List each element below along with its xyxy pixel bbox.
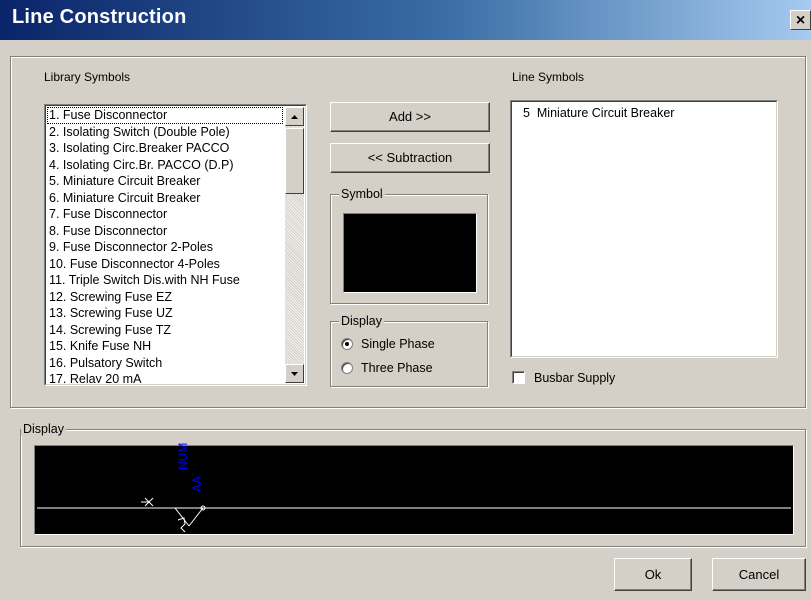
title-bar[interactable]: Line Construction × bbox=[0, 0, 811, 40]
library-item[interactable]: 8. Fuse Disconnector bbox=[47, 223, 283, 240]
busbar-supply-checkbox[interactable] bbox=[512, 371, 525, 384]
library-item[interactable]: 3. Isolating Circ.Breaker PACCO bbox=[47, 140, 283, 157]
cancel-button[interactable]: Cancel bbox=[712, 558, 806, 591]
library-item[interactable]: 13. Screwing Fuse UZ bbox=[47, 305, 283, 322]
library-scrollbar[interactable] bbox=[285, 107, 304, 383]
single-phase-radio-row[interactable]: Single Phase bbox=[341, 337, 481, 353]
scroll-down-button[interactable] bbox=[285, 364, 304, 383]
subtraction-button[interactable]: << Subtraction bbox=[330, 143, 490, 173]
library-item[interactable]: 17. Relay 20 mA bbox=[47, 371, 283, 383]
three-phase-radio[interactable] bbox=[341, 362, 353, 374]
line-symbols-list[interactable]: 5 Miniature Circuit Breaker bbox=[510, 100, 778, 358]
close-button[interactable]: × bbox=[790, 10, 811, 30]
library-item[interactable]: 11. Triple Switch Dis.with NH Fuse bbox=[47, 272, 283, 289]
scroll-up-button[interactable] bbox=[285, 107, 304, 126]
library-item[interactable]: 6. Miniature Circuit Breaker bbox=[47, 190, 283, 207]
library-item[interactable]: 16. Pulsatory Switch bbox=[47, 355, 283, 372]
circuit-diagram bbox=[37, 497, 791, 533]
library-item[interactable]: 5. Miniature Circuit Breaker bbox=[47, 173, 283, 190]
annotation-num: NUM bbox=[176, 442, 190, 470]
breaker-contact bbox=[188, 507, 204, 527]
display-canvas[interactable]: NUM AA bbox=[34, 442, 794, 535]
arrow-up-icon bbox=[291, 115, 298, 119]
breaker-contact bbox=[174, 507, 190, 527]
library-symbols-label: Library Symbols bbox=[44, 70, 131, 84]
library-item[interactable]: 1. Fuse Disconnector bbox=[47, 107, 283, 124]
library-item[interactable]: 14. Screwing Fuse TZ bbox=[47, 322, 283, 339]
display-mode-group: Display Single Phase Three Phase bbox=[330, 314, 488, 387]
three-phase-label: Three Phase bbox=[361, 361, 433, 375]
scroll-thumb[interactable] bbox=[285, 128, 304, 194]
library-item[interactable]: 7. Fuse Disconnector bbox=[47, 206, 283, 223]
display-mode-label: Display bbox=[339, 314, 384, 328]
line-symbols-label: Line Symbols bbox=[512, 70, 585, 84]
library-item[interactable]: 9. Fuse Disconnector 2-Poles bbox=[47, 239, 283, 256]
library-symbols-list[interactable]: 1. Fuse Disconnector 2. Isolating Switch … bbox=[44, 104, 307, 386]
library-item[interactable]: 15. Knife Fuse NH bbox=[47, 338, 283, 355]
single-phase-radio[interactable] bbox=[341, 338, 353, 350]
library-item[interactable]: 10. Fuse Disconnector 4-Poles bbox=[47, 256, 283, 273]
line-symbol-item[interactable]: 5 Miniature Circuit Breaker bbox=[523, 106, 674, 120]
window-title: Line Construction bbox=[12, 6, 187, 28]
library-item[interactable]: 2. Isolating Switch (Double Pole) bbox=[47, 124, 283, 141]
library-items: 1. Fuse Disconnector 2. Isolating Switch … bbox=[47, 107, 283, 383]
library-item[interactable]: 4. Isolating Circ.Br. PACCO (D.P) bbox=[47, 157, 283, 174]
display-panel-label: Display bbox=[21, 422, 66, 436]
ok-button[interactable]: Ok bbox=[614, 558, 692, 591]
three-phase-radio-row[interactable]: Three Phase bbox=[341, 361, 481, 377]
arrow-down-icon bbox=[291, 372, 298, 376]
library-item[interactable]: 12. Screwing Fuse EZ bbox=[47, 289, 283, 306]
single-phase-label: Single Phase bbox=[361, 337, 435, 351]
busbar-supply-label: Busbar Supply bbox=[534, 371, 616, 385]
annotation-aa: AA bbox=[190, 475, 204, 492]
breaker-mechanism bbox=[177, 517, 186, 533]
symbol-group-label: Symbol bbox=[339, 187, 385, 201]
symbol-group: Symbol bbox=[330, 187, 488, 304]
busbar-supply-row[interactable]: Busbar Supply bbox=[512, 370, 652, 386]
symbol-preview bbox=[343, 213, 477, 293]
add-button[interactable]: Add >> bbox=[330, 102, 490, 132]
close-icon: × bbox=[795, 12, 806, 29]
